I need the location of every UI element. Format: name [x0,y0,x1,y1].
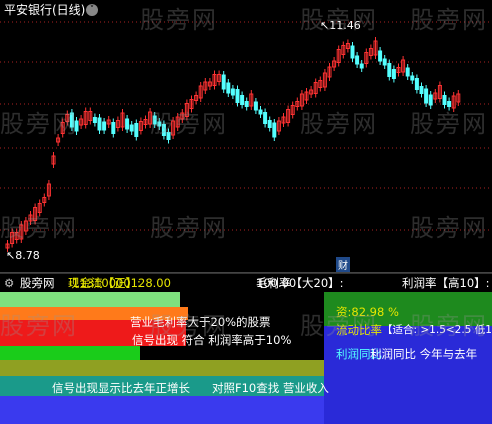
watermark: 股旁网 [410,110,488,138]
watermark: 股旁网 [300,312,378,340]
profit-yoy-text: 利润同比 今年与去年 [370,347,478,361]
band-green-light [0,292,180,307]
candle-body [226,82,231,94]
watermark: 股旁网 [140,6,218,34]
candle-body [272,122,277,138]
watermark: 股旁网 [150,110,228,138]
candle-body [240,95,245,105]
finance-marker[interactable]: 财 [336,257,350,272]
candle-body [419,86,424,94]
candle-body [230,88,235,96]
candle-body [129,124,134,132]
candle-body [263,112,268,124]
candle-body [414,78,419,90]
cash-flow-value: -11310000128.00 [68,276,171,290]
watermark: 股旁网 [300,110,378,138]
watermark: 股旁网 [410,6,488,34]
candle-body [391,69,396,79]
watermark: 股旁网 [150,214,228,242]
candle-body [244,101,249,107]
candle-body [258,109,263,115]
candle-body [102,121,107,131]
indicator-name[interactable]: 股旁网 [20,274,55,292]
candle-body [355,55,360,65]
profit-rate-label: 利润率【高10】: [402,276,490,290]
candle-body [382,58,387,66]
candle-body [378,50,383,62]
yoy-growth-text: 信号出现显示比去年正增长 [52,381,190,395]
candle-body [424,88,429,104]
candle-body [350,45,355,59]
watermark: 股旁网 [300,6,378,34]
watermark: 股旁网 [0,312,78,340]
watermark: 股旁网 [410,214,488,242]
low-price-label: ↖8.78 [6,249,40,262]
low-price-value: 8.78 [15,249,40,262]
band-olive [0,360,326,376]
candle-body [221,74,226,90]
band-green [0,346,140,360]
candle-body [387,63,392,77]
candle-body [253,101,258,111]
settings-gear-icon[interactable]: ⚙ [4,274,14,292]
candle-body [92,117,97,123]
candle-body [134,123,139,137]
watermark: 股旁网 [0,110,78,138]
candle-body [359,63,364,69]
candle-body [405,67,410,77]
watermark: 股旁网 [0,214,78,242]
candle-body [125,118,130,130]
candle-body [410,75,415,81]
band-blue [0,396,326,424]
gross-margin-value: 100.00 [256,276,297,290]
candle-body [267,120,272,128]
candle-body [235,89,240,103]
indicator-info-bar: ⚙ 股旁网 现金流【正】: -11310000128.00 毛利率【大20】: 10… [0,273,492,292]
f10-revenue-text: 对照F10查找 营业收入 [212,381,329,395]
watermark: 股旁网 [410,312,488,340]
candle-body [97,117,102,131]
candle-body [111,122,116,134]
watermark: 股旁网 [150,312,228,340]
low-arrow-icon: ↖ [6,249,16,262]
